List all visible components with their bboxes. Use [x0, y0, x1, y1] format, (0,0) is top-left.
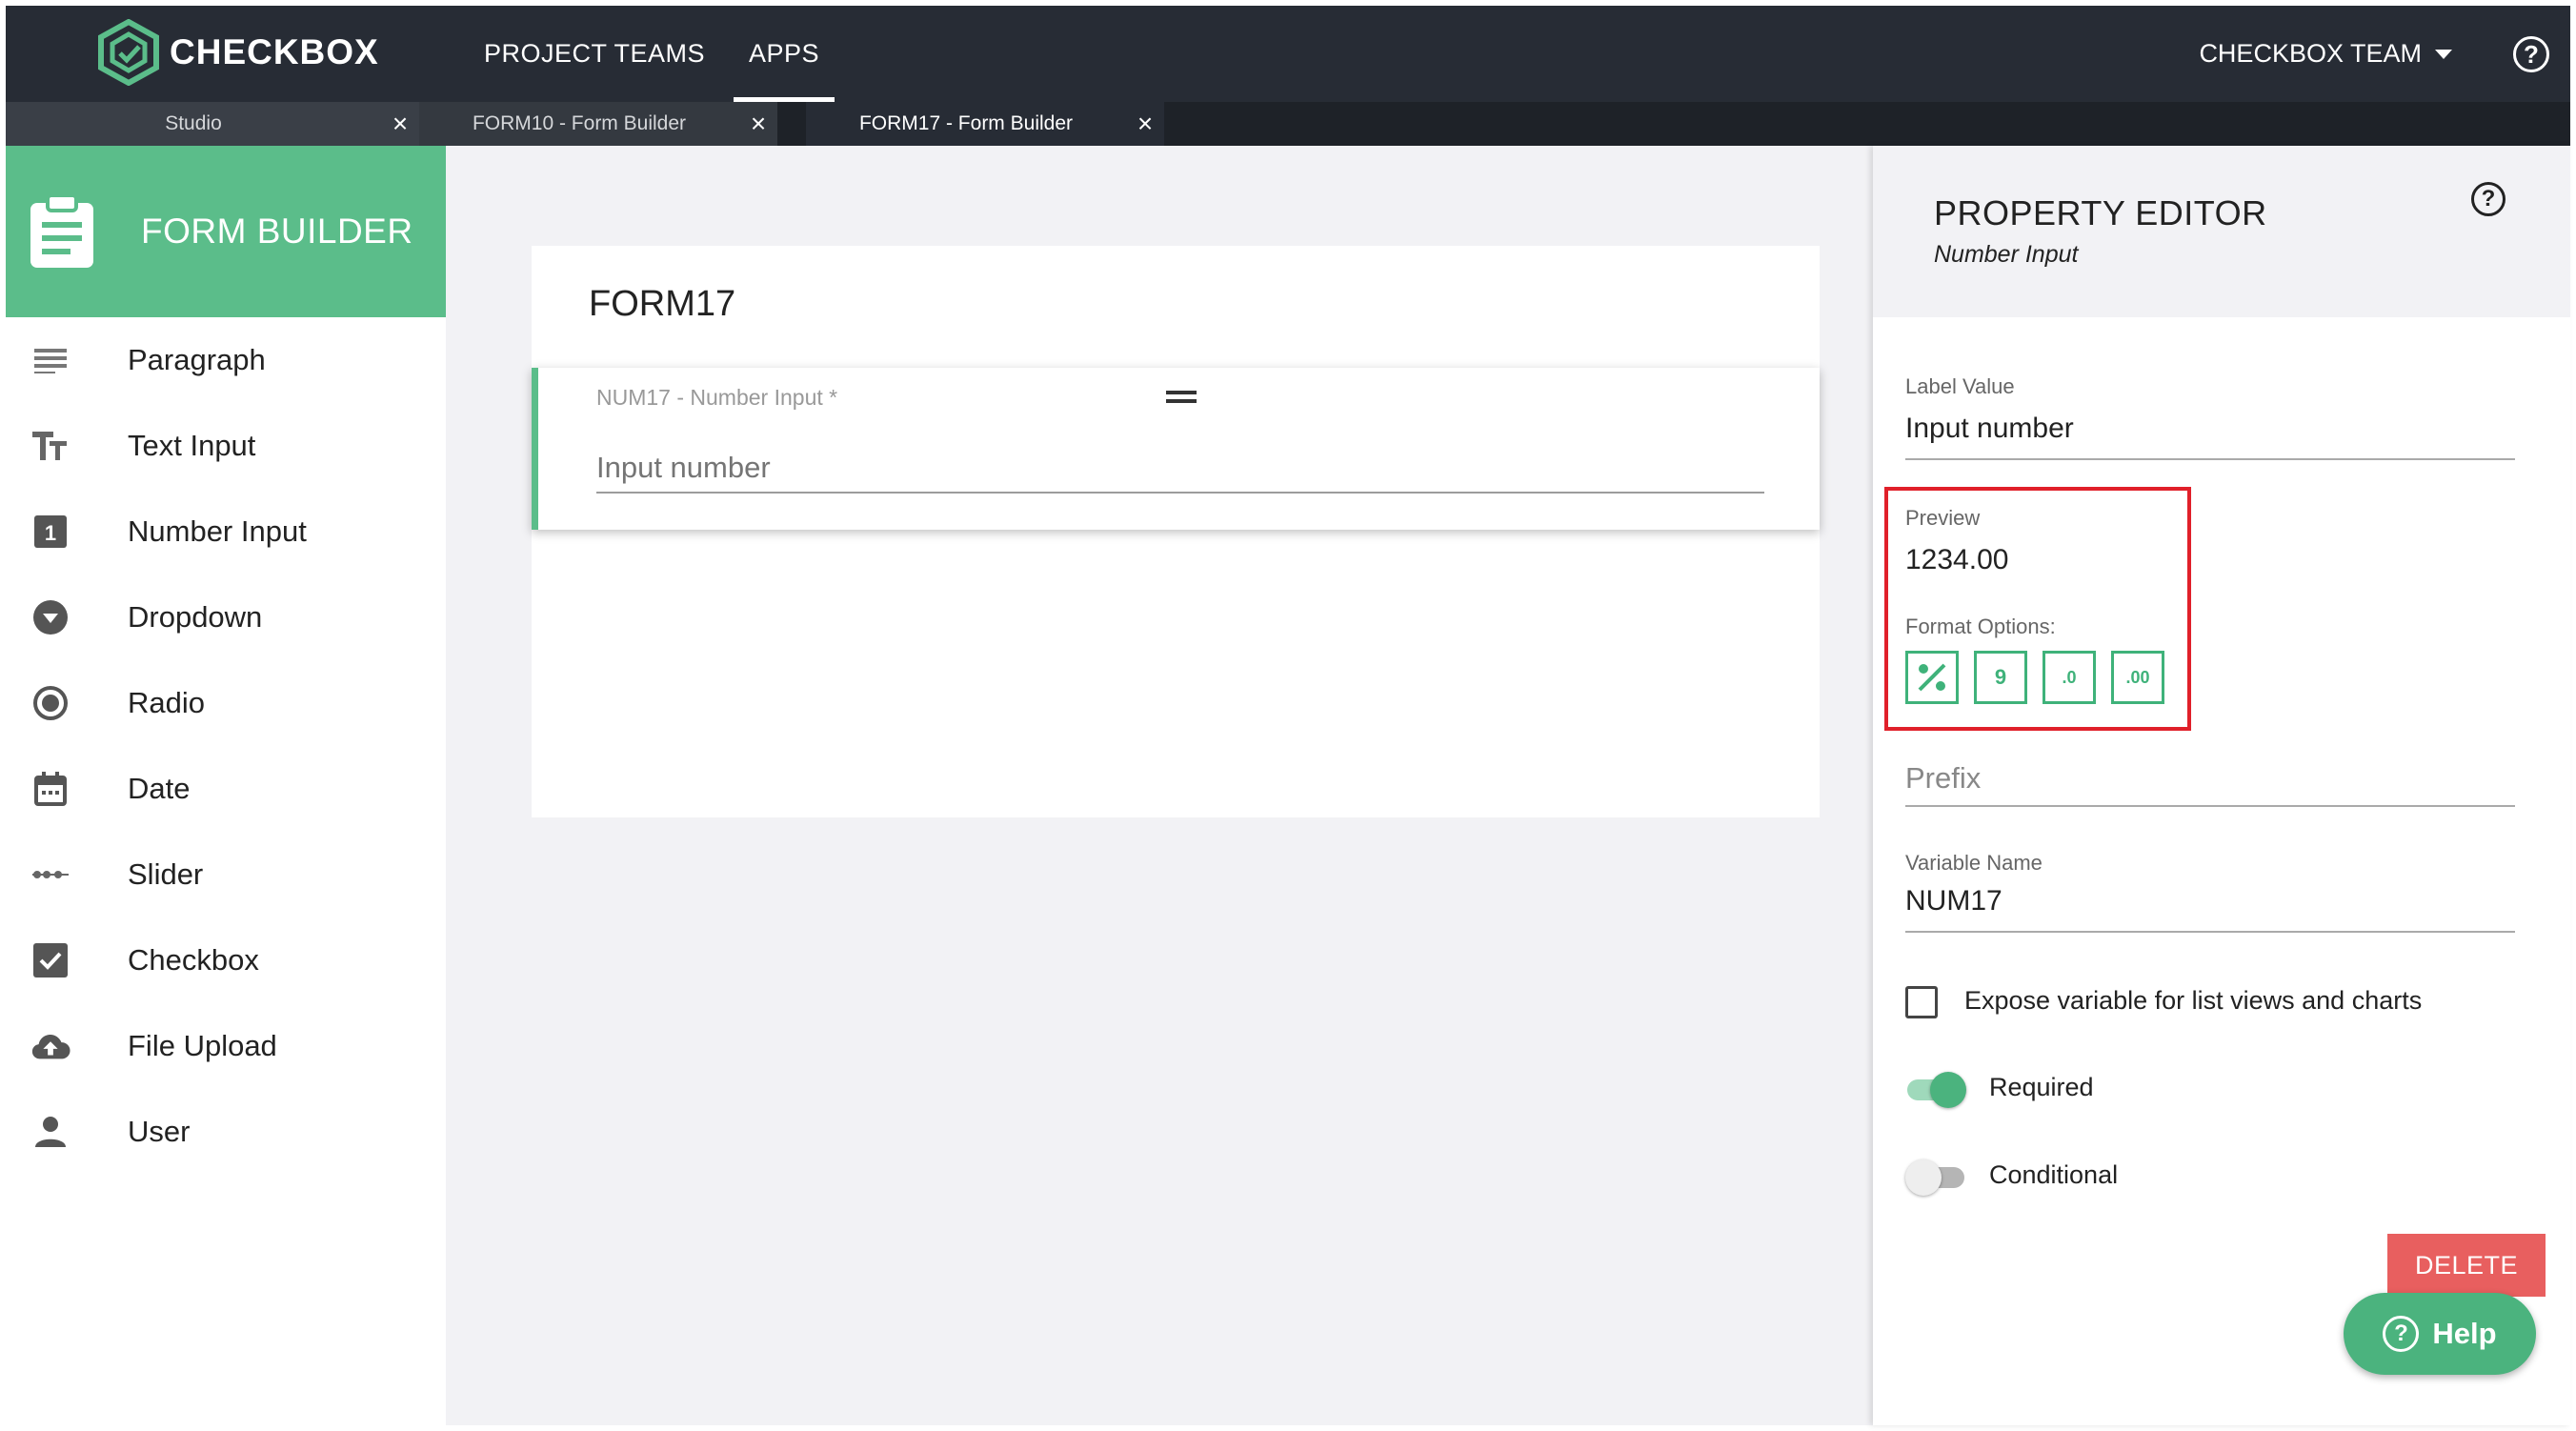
format-options-label: Format Options: [1905, 615, 2056, 638]
sidebar-item-label: File Upload [128, 1029, 277, 1062]
close-icon[interactable]: × [1126, 109, 1164, 139]
sidebar-item-label: User [128, 1115, 191, 1148]
property-editor-title: PROPERTY EDITOR [1934, 193, 2267, 232]
dropdown-icon [30, 597, 70, 637]
preview-value: 1234.00 [1905, 544, 2009, 575]
radio-icon [30, 683, 70, 723]
checkbox-logo[interactable]: CHECKBOX [97, 19, 379, 86]
form-card: FORM17 NUM17 - Number Input * [532, 246, 1820, 817]
decrease-decimals-button[interactable]: .0 [2043, 651, 2096, 704]
close-icon[interactable]: × [739, 109, 777, 139]
checkbox-icon [30, 940, 70, 980]
sidebar-item-label: Paragraph [128, 343, 266, 376]
toggle-knob [1905, 1159, 1942, 1196]
brand-name: CHECKBOX [170, 32, 379, 71]
label-value-label: Label Value [1905, 374, 2015, 398]
property-editor-panel: PROPERTY EDITOR Number Input ? Label Val… [1873, 146, 2570, 1425]
expose-variable-checkbox[interactable] [1905, 986, 1938, 1018]
slider-icon [30, 855, 70, 895]
tab-label: FORM17 - Form Builder [858, 112, 1074, 134]
sidebar-item-text-input[interactable]: Text Input [6, 403, 446, 489]
property-editor-subtitle: Number Input [1934, 241, 2079, 268]
variable-name-input[interactable]: NUM17 [1905, 885, 2002, 917]
increase-decimals-icon: .00 [2125, 667, 2150, 687]
svg-text:1: 1 [45, 521, 56, 545]
sidebar-item-label: Checkbox [128, 943, 259, 977]
delete-button[interactable]: DELETE [2387, 1234, 2546, 1297]
help-circle-icon: ? [2383, 1316, 2420, 1352]
hexagon-logo-icon [98, 19, 159, 86]
sidebar-title: FORM BUILDER [141, 212, 413, 251]
tab-label: FORM10 - Form Builder [472, 112, 687, 134]
digit-format-button[interactable]: 9 [1974, 651, 2027, 704]
percent-format-button[interactable] [1905, 651, 1959, 704]
input-underline [1905, 458, 2515, 460]
close-icon[interactable]: × [381, 109, 419, 139]
team-menu[interactable]: CHECKBOX TEAM [2199, 6, 2452, 102]
help-circle-icon[interactable]: ? [2471, 182, 2506, 216]
variable-name-label: Variable Name [1905, 851, 2043, 875]
required-label: Required [1989, 1073, 2094, 1101]
tab-form10[interactable]: FORM10 - Form Builder × [419, 102, 777, 146]
text-input-icon [30, 426, 70, 466]
toggle-knob [1930, 1072, 1966, 1108]
sidebar-item-slider[interactable]: Slider [6, 832, 446, 917]
help-button-label: Help [2432, 1317, 2497, 1350]
sidebar-item-label: Date [128, 772, 191, 805]
component-sidebar: FORM BUILDER Paragraph Text Input 1 Numb… [6, 146, 446, 1425]
team-name: CHECKBOX TEAM [2199, 39, 2422, 68]
sidebar-item-label: Radio [128, 686, 205, 719]
top-bar: CHECKBOX PROJECT TEAMS APPS CHECKBOX TEA… [6, 6, 2570, 102]
form-title[interactable]: FORM17 [589, 284, 735, 325]
sidebar-item-label: Text Input [128, 429, 256, 462]
property-editor-header: PROPERTY EDITOR Number Input ? [1873, 146, 2570, 317]
nav-apps[interactable]: APPS [733, 6, 835, 102]
input-underline [1905, 805, 2515, 807]
user-icon [30, 1112, 70, 1152]
input-underline [1905, 931, 2515, 933]
tab-strip: Studio × FORM10 - Form Builder × FORM17 … [6, 102, 2570, 146]
clipboard-icon [30, 193, 93, 268]
percent-format-icon [1918, 663, 1946, 692]
digit-format-icon: 9 [1994, 665, 2007, 689]
help-button[interactable]: ? Help [2344, 1293, 2536, 1375]
required-toggle[interactable] [1905, 1070, 1966, 1108]
sidebar-item-dropdown[interactable]: Dropdown [6, 574, 446, 660]
preview-label: Preview [1905, 506, 1981, 530]
sidebar-item-radio[interactable]: Radio [6, 660, 446, 746]
calendar-icon [30, 769, 70, 809]
expose-variable-label: Expose variable for list views and chart… [1964, 986, 2423, 1015]
sidebar-item-file-upload[interactable]: File Upload [6, 1003, 446, 1089]
tab-studio[interactable]: Studio × [6, 102, 419, 146]
label-value-input[interactable]: Input number [1905, 413, 2074, 445]
sidebar-item-number-input[interactable]: 1 Number Input [6, 489, 446, 574]
drag-handle-icon[interactable] [1166, 391, 1197, 408]
number-input-field[interactable] [596, 444, 1764, 494]
sidebar-item-paragraph[interactable]: Paragraph [6, 317, 446, 403]
conditional-toggle[interactable] [1905, 1158, 1966, 1196]
sidebar-item-date[interactable]: Date [6, 746, 446, 832]
sidebar-item-label: Number Input [128, 514, 307, 548]
paragraph-icon [30, 340, 70, 380]
conditional-label: Conditional [1989, 1160, 2119, 1189]
number-input-icon: 1 [30, 512, 70, 552]
sidebar-item-label: Dropdown [128, 600, 263, 634]
caret-down-icon [2435, 49, 2452, 59]
sidebar-header: FORM BUILDER [6, 146, 446, 317]
sidebar-item-label: Slider [128, 857, 204, 891]
decrease-decimals-icon: .0 [2062, 667, 2077, 687]
tab-label: Studio [165, 112, 222, 134]
cloud-upload-icon [30, 1026, 70, 1066]
form-canvas: FORM17 NUM17 - Number Input * [446, 146, 1873, 1425]
increase-decimals-button[interactable]: .00 [2111, 651, 2164, 704]
sidebar-item-user[interactable]: User [6, 1089, 446, 1175]
help-circle-icon[interactable]: ? [2513, 36, 2549, 72]
nav-project-teams[interactable]: PROJECT TEAMS [484, 6, 705, 102]
tab-form17[interactable]: FORM17 - Form Builder × [806, 102, 1164, 146]
number-input-field-card[interactable]: NUM17 - Number Input * [532, 368, 1820, 530]
sidebar-item-checkbox[interactable]: Checkbox [6, 917, 446, 1003]
field-label: NUM17 - Number Input * [596, 385, 838, 410]
prefix-input[interactable]: Prefix [1905, 761, 1981, 796]
